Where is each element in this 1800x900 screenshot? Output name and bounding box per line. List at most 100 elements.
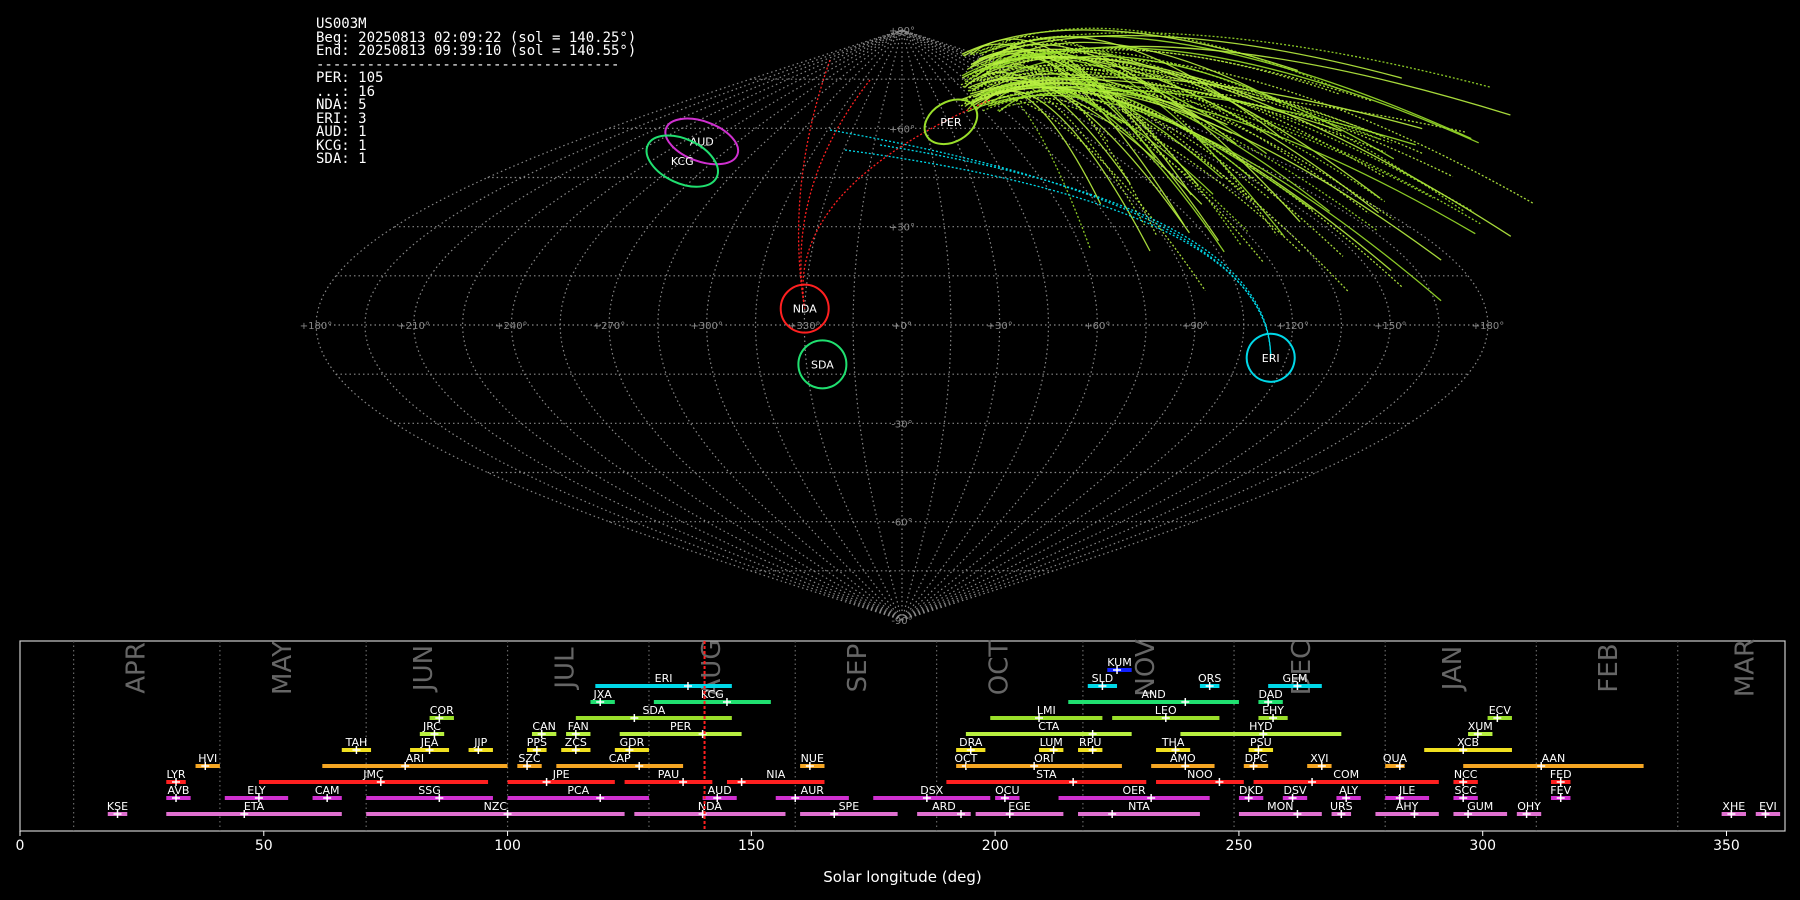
lat-tick-label: +30° <box>889 223 915 234</box>
shower-nda: NDA <box>634 800 786 818</box>
shower-label: DAD <box>1258 688 1282 701</box>
shower-dpc: DPC <box>1243 752 1269 770</box>
shower-label: FEV <box>1550 784 1571 797</box>
meteor-track <box>800 79 871 309</box>
shower-label: LUM <box>1040 736 1063 749</box>
x-tick-label: 350 <box>1713 838 1740 854</box>
shower-label: PAU <box>658 768 680 781</box>
shower-label: ARI <box>406 752 424 765</box>
shower-label: PPS <box>527 736 547 749</box>
shower-szc: SZC <box>517 752 542 770</box>
shower-label: JLE <box>1398 784 1415 797</box>
lon-tick-label: +210° <box>397 321 429 332</box>
shower-pau: PAU <box>624 768 713 786</box>
shower-label: DKD <box>1239 784 1263 797</box>
shower-label: AMO <box>1170 752 1196 765</box>
shower-xhe: XHE <box>1721 800 1746 818</box>
month-label: FEB <box>1594 643 1624 692</box>
shower-label: GEM <box>1283 672 1308 685</box>
shower-label: AND <box>1141 688 1165 701</box>
lon-tick-label: +60° <box>1084 321 1110 332</box>
lon-tick-label: +240° <box>495 321 527 332</box>
shower-label: DSV <box>1284 784 1307 797</box>
shower-label: ECV <box>1489 704 1512 717</box>
shower-label: ZCS <box>565 736 587 749</box>
shower-label: NDA <box>698 800 723 813</box>
map-tick-labels: +180°+150°+120°+90°+60°+30°+0°+330°+300°… <box>300 26 1504 627</box>
shower-jpe: JPE <box>507 768 615 786</box>
lat-tick-label: -30° <box>891 419 912 430</box>
shower-label: JXA <box>592 688 612 701</box>
shower-label: HYD <box>1249 720 1272 733</box>
shower-label: MON <box>1267 800 1293 813</box>
month-label: JUL <box>551 647 581 691</box>
radiant-label: PER <box>940 116 962 129</box>
shower-eta: ETA <box>166 800 342 818</box>
shower-gum: GUM <box>1453 800 1508 818</box>
shower-label: SSG <box>418 784 441 797</box>
shower-ors: ORS <box>1198 672 1221 690</box>
shower-label: NCC <box>1454 768 1478 781</box>
shower-ard: ARD <box>917 800 971 818</box>
shower-label: DPC <box>1245 752 1268 765</box>
lon-tick-label: +300° <box>690 321 722 332</box>
x-tick-label: 150 <box>738 838 765 854</box>
shower-label: ETA <box>244 800 265 813</box>
shower-label: CAN <box>532 720 555 733</box>
shower-label: XVI <box>1310 752 1328 765</box>
lon-tick-label: +180° <box>1472 321 1504 332</box>
shower-ari: ARI <box>322 752 508 770</box>
shower-label: NIA <box>766 768 785 781</box>
x-axis-label: Solar longitude (deg) <box>823 868 981 886</box>
x-tick-label: 300 <box>1469 838 1496 854</box>
meteor-track <box>980 89 1102 205</box>
shower-label: STA <box>1036 768 1057 781</box>
shower-label: OCU <box>995 784 1019 797</box>
x-tick-label: 100 <box>494 838 521 854</box>
shower-label: KSE <box>107 800 128 813</box>
shower-label: DSX <box>920 784 943 797</box>
shower-nzc: NZC <box>366 800 625 818</box>
month-label: SEP <box>843 644 873 693</box>
shower-hvi: HVI <box>195 752 220 770</box>
month-label: MAR <box>1730 639 1760 697</box>
shower-cam: CAM <box>312 784 342 802</box>
lon-tick-label: +120° <box>1276 321 1308 332</box>
shower-label: OER <box>1122 784 1146 797</box>
shower-urs: URS <box>1330 800 1353 818</box>
shower-label: CAM <box>315 784 340 797</box>
shower-xcb: XCB <box>1424 736 1512 754</box>
shower-label: QUA <box>1383 752 1408 765</box>
shower-label: NTA <box>1128 800 1150 813</box>
shower-label: URS <box>1330 800 1353 813</box>
lon-tick-label: +270° <box>593 321 625 332</box>
shower-label: LYR <box>167 768 186 781</box>
shower-label: OCT <box>954 752 977 765</box>
month-label: OCT <box>985 641 1015 696</box>
lat-tick-label: -90° <box>891 616 912 627</box>
shower-label: KUM <box>1107 656 1131 669</box>
shower-label: NOO <box>1187 768 1213 781</box>
shower-label: JPE <box>552 768 570 781</box>
shower-mon: MON <box>1238 800 1322 818</box>
month-label: APR <box>122 642 152 694</box>
shower-label: XUM <box>1468 720 1493 733</box>
shower-label: LMI <box>1037 704 1056 717</box>
x-tick-label: 250 <box>1226 838 1253 854</box>
shower-nta: NTA <box>1078 800 1200 818</box>
shower-label: AHY <box>1396 800 1419 813</box>
shower-label: XHE <box>1722 800 1745 813</box>
x-tick-label: 200 <box>982 838 1009 854</box>
shower-label: XCB <box>1457 736 1479 749</box>
shower-noo: NOO <box>1156 768 1244 786</box>
shower-timeline: APR MAY JUN JUL AUG SEP OCT NOV DEC JAN FEB MARKUME… <box>16 639 1786 886</box>
shower-label: NZC <box>484 800 508 813</box>
month-label: MAY <box>268 641 298 695</box>
radiant-label: NDA <box>793 303 818 316</box>
shower-label: DRA <box>959 736 983 749</box>
shower-label: ORS <box>1198 672 1221 685</box>
meteor-track <box>797 59 831 309</box>
shower-xvi: XVI <box>1307 752 1332 770</box>
shower-label: FAN <box>568 720 589 733</box>
shower-sta: STA <box>946 768 1147 786</box>
